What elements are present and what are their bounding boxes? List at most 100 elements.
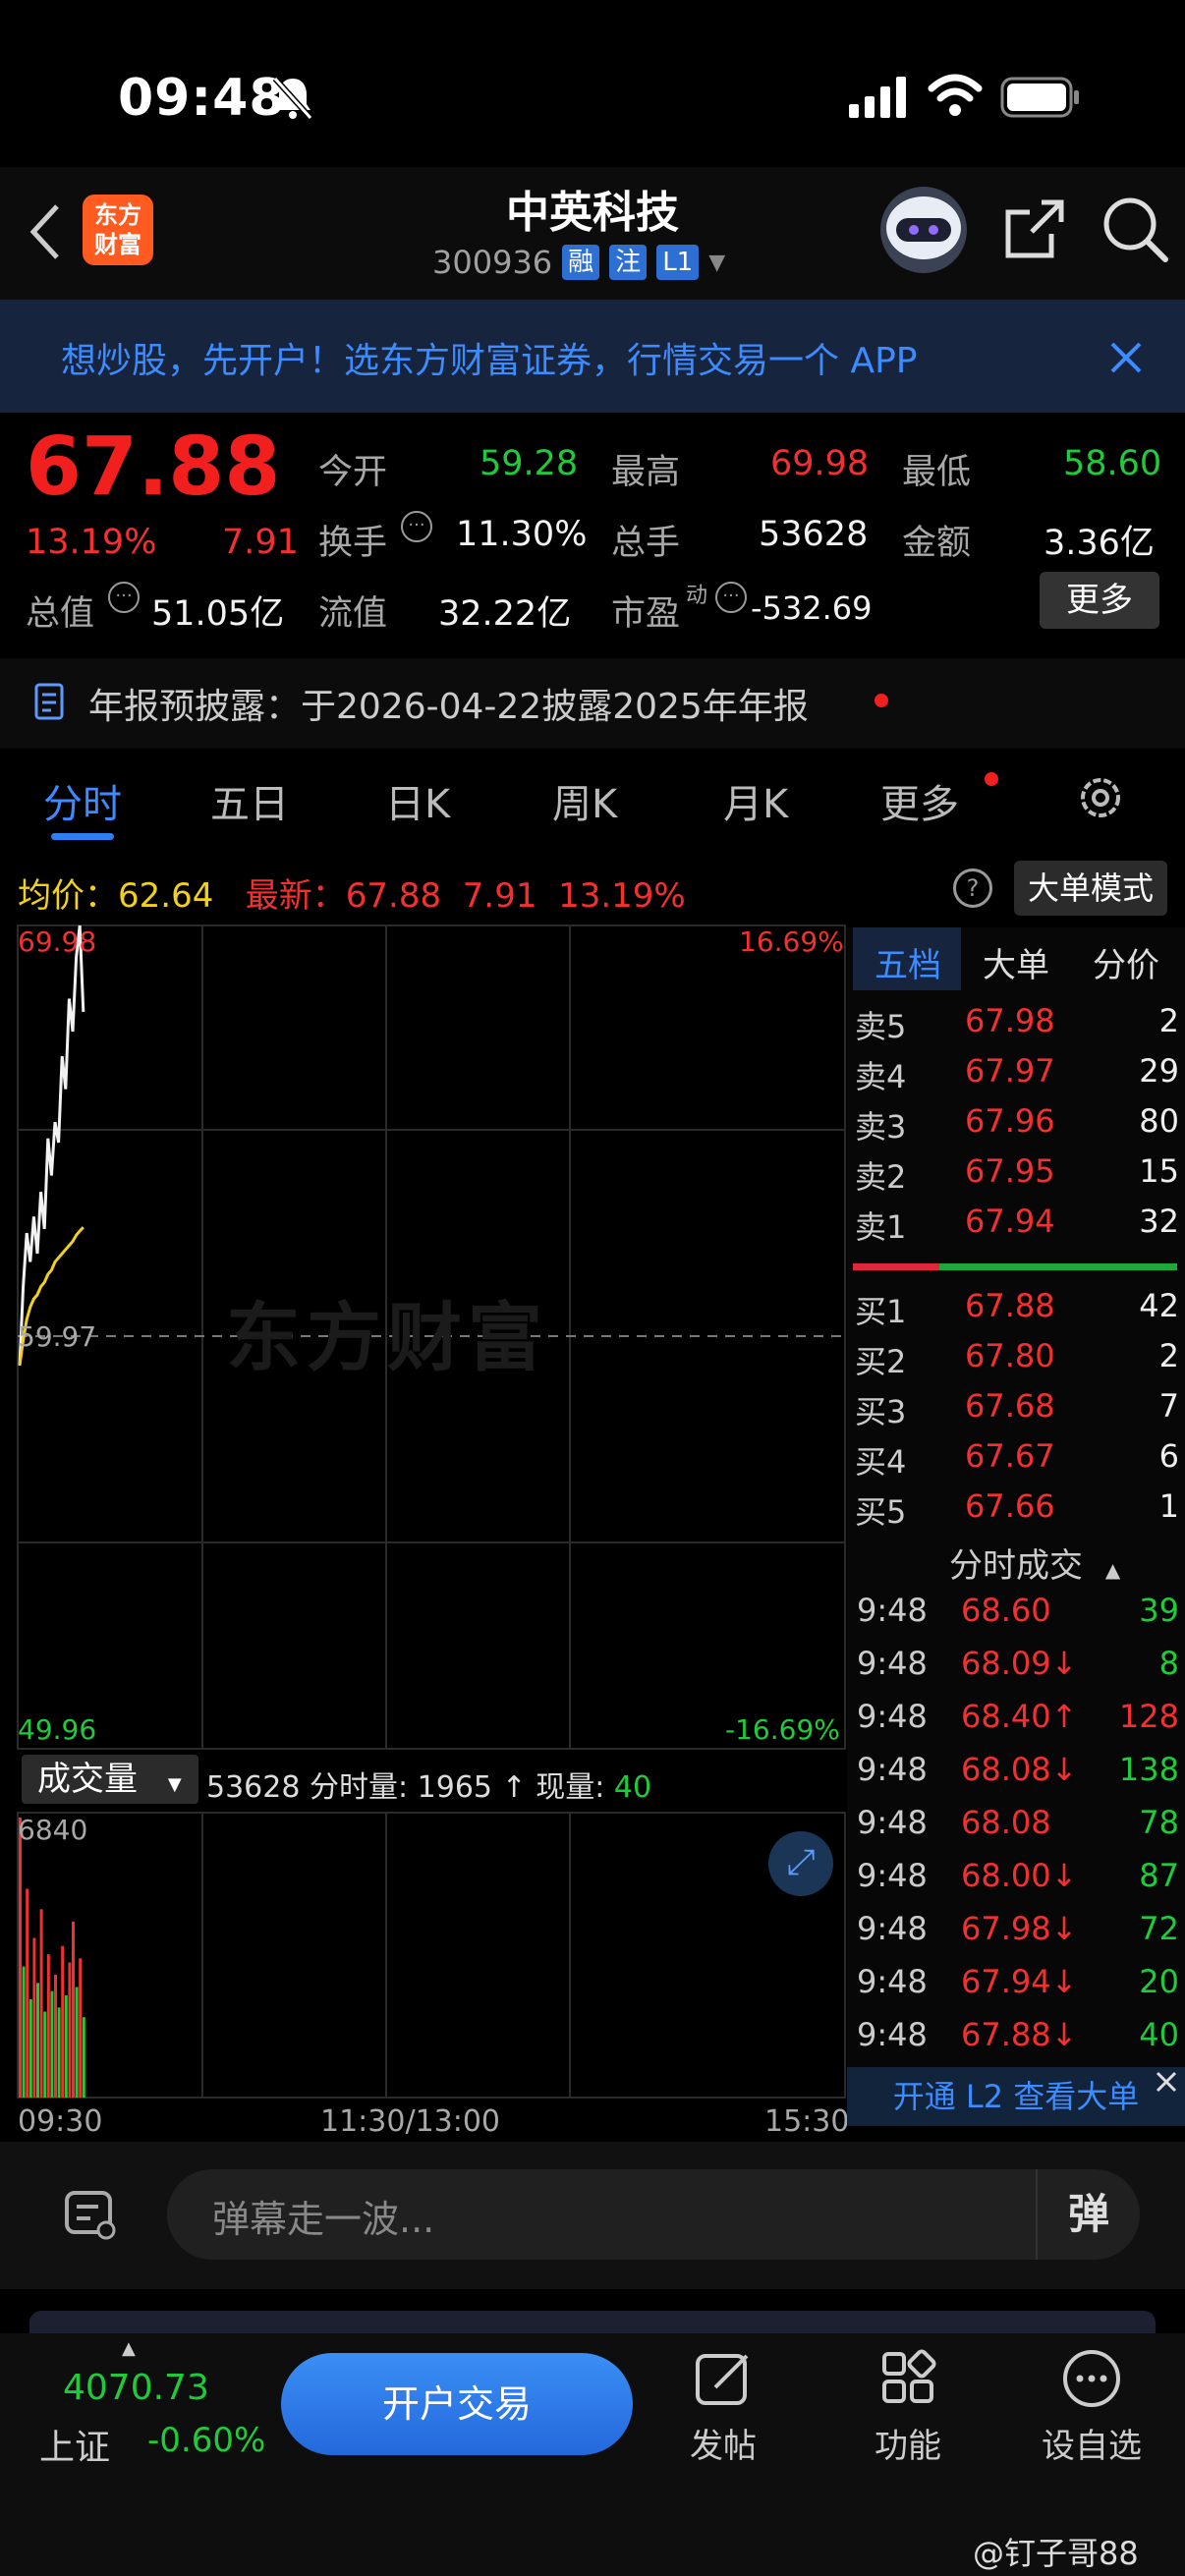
stock-code-row[interactable]: 300936 融 注 L1 ▼ (432, 244, 725, 281)
tab-five-day[interactable]: 五日 (210, 772, 289, 829)
volume-bars (19, 1818, 85, 2098)
trade-volume: 87 (1139, 1857, 1179, 1894)
price-line (18, 924, 85, 1366)
amount-value: 3.36亿 (1044, 524, 1155, 563)
bid-ask-ratio-bar (853, 1263, 939, 1270)
ask-price: 67.98 (965, 1002, 1055, 1039)
more-button[interactable]: 更多 (1040, 572, 1159, 629)
volume-bar (64, 1994, 68, 2098)
info-icon[interactable]: ··· (108, 582, 140, 613)
bid-label: 买5 (855, 1493, 907, 1531)
avg-label: 均价： (18, 876, 118, 916)
l2-upgrade-bar[interactable]: 开通 L2 查看大单 (847, 2067, 1185, 2126)
tag-level1: L1 (656, 245, 700, 280)
trade-volume: 40 (1139, 2016, 1179, 2053)
ask-row[interactable]: 卖5 67.98 2 (855, 1002, 1179, 1047)
tab-weekly-k[interactable]: 周K (552, 772, 617, 829)
nav-post[interactable]: 发帖 (690, 2419, 757, 2467)
ask-price: 67.94 (965, 1203, 1055, 1240)
search-icon[interactable] (1100, 195, 1169, 263)
tab-more-dot (985, 772, 998, 786)
big-order-mode-button[interactable]: 大单模式 (1014, 861, 1167, 916)
trade-volume: 78 (1139, 1804, 1179, 1841)
bid-volume: 7 (1158, 1387, 1179, 1425)
share-icon[interactable] (1002, 196, 1067, 261)
open-account-trade-button[interactable]: 开户交易 (281, 2353, 633, 2455)
volume-bar (61, 1945, 65, 2098)
settings-gear-icon[interactable] (1075, 772, 1126, 823)
ask-row[interactable]: 卖1 67.94 32 (855, 1203, 1179, 1248)
tab-big-orders[interactable]: 大单 (983, 938, 1049, 986)
collapse-icon: ▲ (1104, 1558, 1121, 1582)
bid-volume: 42 (1139, 1287, 1179, 1324)
tab-intraday[interactable]: 分时 (43, 772, 122, 829)
high-label: 最高 (611, 453, 681, 492)
volume-value: 53628 (759, 515, 869, 554)
volume-bar (75, 1987, 79, 2098)
high-value: 69.98 (770, 444, 870, 483)
silent-bell-icon (272, 76, 313, 120)
volume-bar (39, 1909, 43, 2098)
danmu-toggle-button[interactable]: 弹 (1036, 2169, 1140, 2260)
index-change[interactable]: -0.60% (147, 2421, 265, 2460)
post-edit-icon[interactable] (694, 2348, 755, 2409)
volume-selector[interactable]: 成交量 ▼ (22, 1755, 198, 1804)
ask-row[interactable]: 卖4 67.97 29 (855, 1052, 1179, 1097)
volume-bar (79, 1958, 83, 2098)
chart-watermark: 东方财富 (226, 1294, 548, 1381)
trade-time: 9:48 (857, 1698, 928, 1735)
help-icon[interactable]: ? (953, 868, 992, 908)
ask-row[interactable]: 卖3 67.96 80 (855, 1102, 1179, 1148)
time-end: 15:30 (764, 2104, 850, 2139)
tab-daily-k[interactable]: 日K (385, 772, 450, 829)
volume-bar (57, 2007, 61, 2098)
grid-function-icon[interactable] (878, 2348, 937, 2407)
ask-label: 卖2 (855, 1158, 907, 1196)
bid-row[interactable]: 买1 67.88 42 (855, 1287, 1179, 1332)
ask-row[interactable]: 卖2 67.95 15 (855, 1152, 1179, 1198)
close-icon[interactable] (1108, 340, 1144, 375)
expand-icon[interactable]: ⤢ (768, 1831, 833, 1896)
ask-volume: 32 (1139, 1203, 1179, 1240)
add-watchlist-icon[interactable] (1061, 2348, 1122, 2409)
nav-function[interactable]: 功能 (875, 2419, 941, 2467)
trades-title[interactable]: 分时成交 ▲ (949, 1539, 1120, 1587)
robot-assistant-icon[interactable] (876, 185, 971, 275)
trade-price: 68.40↑ (961, 1698, 1078, 1735)
info-icon[interactable]: ··· (401, 511, 432, 542)
bid-row[interactable]: 买3 67.68 7 (855, 1387, 1179, 1432)
tag-registered: 注 (609, 245, 648, 280)
tab-price-dist[interactable]: 分价 (1093, 938, 1159, 986)
trade-time: 9:48 (857, 1857, 928, 1894)
ask-volume: 29 (1139, 1052, 1179, 1090)
ask-volume: 2 (1158, 1002, 1179, 1039)
volume-bar (22, 1966, 26, 2098)
close-icon[interactable] (1152, 2067, 1181, 2097)
bid-ask-ratio-bar-green (939, 1263, 1177, 1270)
tab-five-levels[interactable]: 五档 (875, 938, 941, 986)
document-icon (34, 683, 64, 720)
info-icon[interactable]: ··· (715, 582, 747, 613)
bid-label: 买1 (855, 1293, 907, 1330)
price-lines (18, 924, 85, 1367)
trade-volume: 138 (1118, 1751, 1179, 1788)
bid-row[interactable]: 买5 67.66 1 (855, 1487, 1179, 1533)
index-value[interactable]: 4070.73 (63, 2368, 209, 2408)
bid-row[interactable]: 买2 67.80 2 (855, 1337, 1179, 1382)
tab-more[interactable]: 更多 (880, 772, 959, 829)
y-axis-bottom: 49.96 (18, 1713, 97, 1746)
nav-watchlist[interactable]: 设自选 (1042, 2419, 1142, 2467)
tab-monthly-k[interactable]: 月K (723, 772, 788, 829)
danmu-settings-icon[interactable] (63, 2187, 118, 2242)
intraday-chart[interactable] (0, 924, 847, 2142)
index-name[interactable]: 上证 (39, 2419, 110, 2470)
trade-price: 67.94↓ (961, 1963, 1078, 2000)
last-label: 最新： (245, 876, 346, 916)
change-percent: 13.19% (26, 523, 157, 562)
bottom-divider (29, 2311, 1156, 2334)
bid-row[interactable]: 买4 67.67 6 (855, 1437, 1179, 1483)
volume-bar (68, 1962, 72, 2098)
ask-volume: 80 (1139, 1102, 1179, 1140)
float-label: 流值 (318, 594, 388, 634)
volume-bar (72, 1921, 75, 2098)
